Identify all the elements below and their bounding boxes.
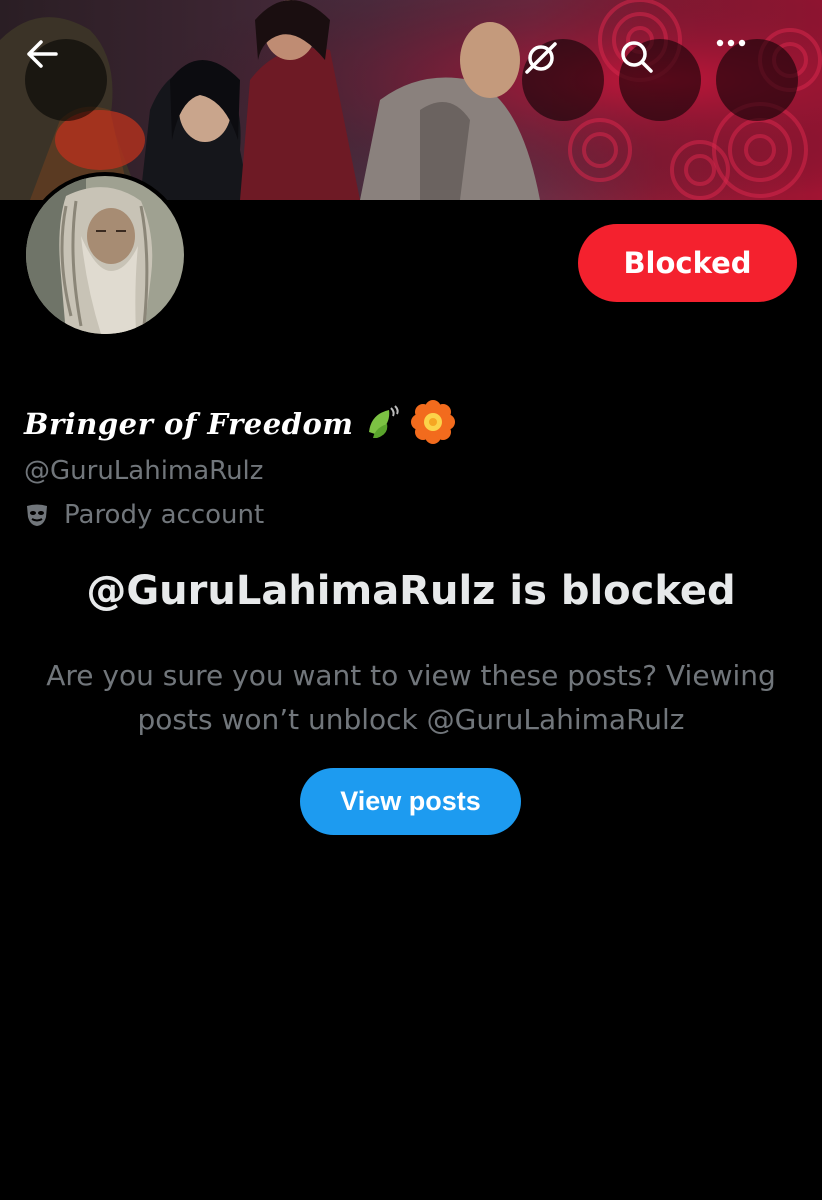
profile-handle: @GuruLahimaRulz (24, 456, 264, 486)
grok-button[interactable] (522, 39, 604, 121)
blocked-description: Are you sure you want to view these post… (46, 659, 776, 736)
more-button[interactable] (716, 39, 798, 121)
display-name: Bringer of Freedom (24, 407, 354, 441)
back-button[interactable] (25, 39, 107, 121)
mask-icon (24, 503, 50, 527)
parody-text: Parody account (64, 500, 265, 530)
avatar[interactable] (22, 172, 188, 338)
blocked-button[interactable]: Blocked (578, 224, 797, 302)
search-button[interactable] (619, 39, 701, 121)
view-posts-button[interactable]: View posts (300, 768, 521, 835)
flower-emoji-icon (409, 398, 457, 450)
banner-artwork (0, 0, 822, 200)
profile-banner (0, 0, 822, 200)
avatar-image (26, 176, 184, 334)
display-name-row: Bringer of Freedom (24, 396, 457, 452)
blocked-title: @GuruLahimaRulz is blocked (86, 568, 736, 614)
leaf-emoji-icon (361, 402, 401, 446)
parody-label: Parody account (24, 500, 264, 530)
